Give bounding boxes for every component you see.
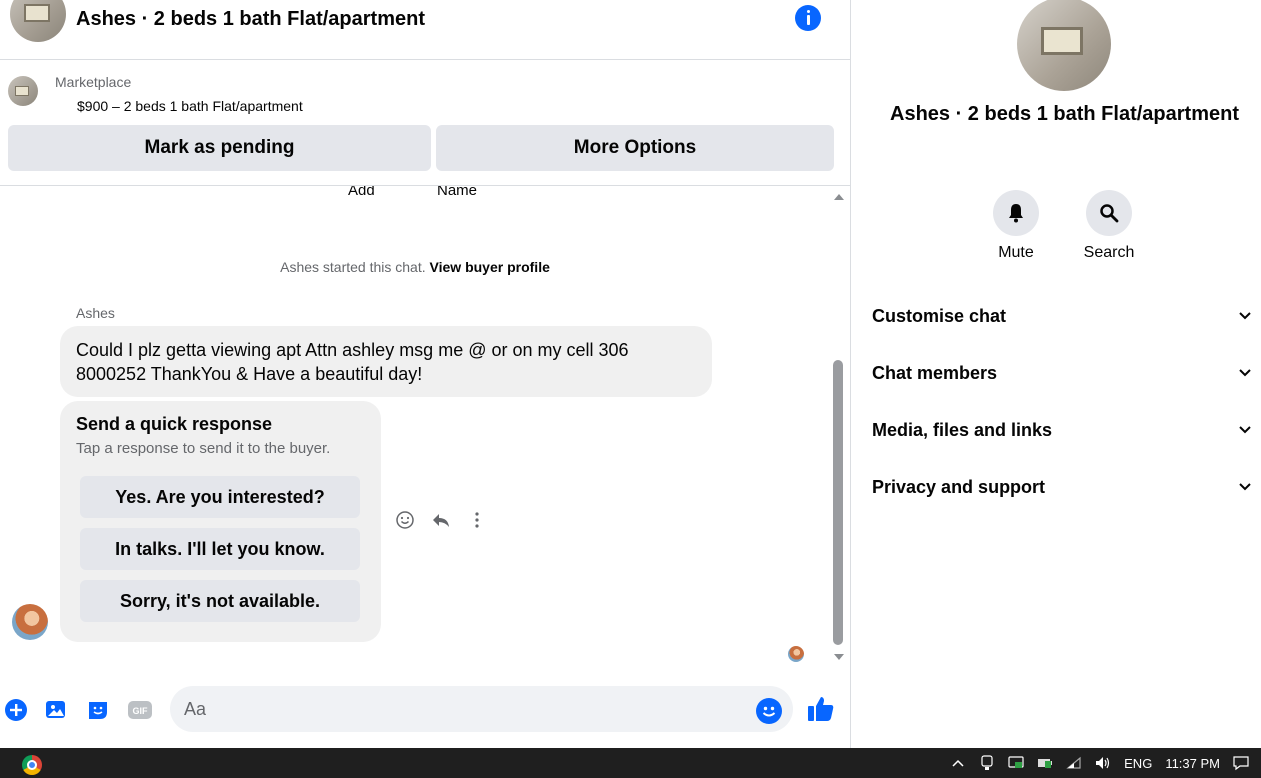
conversation-title[interactable]: Ashes · 2 beds 1 bath Flat/apartment xyxy=(76,8,425,31)
message-composer: GIF xyxy=(0,674,850,748)
mark-as-pending-button[interactable]: Mark as pending xyxy=(8,125,431,171)
mute-label: Mute xyxy=(998,244,1034,261)
chrome-icon[interactable] xyxy=(22,755,42,775)
view-buyer-profile-link[interactable]: View buyer profile xyxy=(430,259,550,275)
details-title: Ashes · 2 beds 1 bath Flat/apartment xyxy=(890,103,1239,125)
sender-name: Ashes xyxy=(76,305,115,321)
info-icon[interactable] xyxy=(795,5,821,31)
chat-header: Ashes · 2 beds 1 bath Flat/apartment xyxy=(0,0,850,60)
quick-response-title: Send a quick response xyxy=(76,414,273,434)
search-icon[interactable] xyxy=(1086,190,1132,236)
quick-response-subtitle: Tap a response to send it to the buyer. xyxy=(76,440,331,457)
meet-now-icon[interactable] xyxy=(979,755,995,771)
scroll-down-arrow-icon[interactable] xyxy=(834,654,844,660)
quick-response-yes-button[interactable]: Yes. Are you interested? xyxy=(80,476,360,518)
bell-icon[interactable] xyxy=(993,190,1039,236)
message-scrollbar[interactable] xyxy=(830,186,850,674)
react-smiley-icon[interactable] xyxy=(393,508,417,532)
windows-taskbar: ENG 11:37 PM xyxy=(0,748,1261,778)
chevron-down-icon xyxy=(1239,369,1251,377)
message-bubble[interactable]: Could I plz getta viewing apt Attn ashle… xyxy=(60,326,712,397)
quick-response-in-talks-button[interactable]: In talks. I'll let you know. xyxy=(80,528,360,570)
quick-response-not-available-button[interactable]: Sorry, it's not available. xyxy=(80,580,360,622)
section-label: Privacy and support xyxy=(872,476,1046,497)
battery-icon[interactable] xyxy=(1037,755,1053,771)
chat-started-notice: Ashes started this chat. View buyer prof… xyxy=(0,259,830,275)
sender-avatar[interactable] xyxy=(12,604,48,640)
section-label: Media, files and links xyxy=(872,419,1053,440)
notifications-icon[interactable] xyxy=(1233,755,1249,771)
chat-started-text: Ashes started this chat. xyxy=(280,259,426,275)
gif-icon[interactable]: GIF xyxy=(127,698,152,722)
thumbs-up-icon[interactable] xyxy=(806,694,836,724)
wifi-icon[interactable] xyxy=(1066,755,1082,771)
chevron-down-icon xyxy=(1239,483,1251,491)
chat-members-section[interactable]: Chat members xyxy=(872,353,1252,393)
sticker-icon[interactable] xyxy=(86,698,110,722)
details-avatar[interactable] xyxy=(1017,0,1111,91)
conversation-details-panel: Ashes · 2 beds 1 bath Flat/apartment Mut… xyxy=(852,0,1261,748)
message-list: Add Name Ashes started this chat. View b… xyxy=(0,186,850,674)
media-files-links-section[interactable]: Media, files and links xyxy=(872,410,1252,450)
plus-icon[interactable] xyxy=(4,698,28,722)
privacy-support-section[interactable]: Privacy and support xyxy=(872,467,1252,507)
search-label: Search xyxy=(1083,244,1135,261)
chevron-down-icon xyxy=(1239,312,1251,320)
more-vertical-icon[interactable] xyxy=(465,508,489,532)
svg-text:GIF: GIF xyxy=(133,706,149,716)
quick-response-card: Send a quick response Tap a response to … xyxy=(60,401,381,642)
seen-by-avatar xyxy=(788,646,804,662)
clipped-label-name: Name xyxy=(437,186,478,199)
listing-price-title[interactable]: $900 – 2 beds 1 bath Flat/apartment xyxy=(77,98,303,114)
reply-icon[interactable] xyxy=(429,508,453,532)
clock[interactable]: 11:37 PM xyxy=(1165,756,1220,771)
listing-thumbnail[interactable] xyxy=(8,76,38,106)
section-label: Chat members xyxy=(872,362,998,383)
chevron-down-icon xyxy=(1239,426,1251,434)
listing-source: Marketplace xyxy=(55,74,132,90)
listing-bar: Marketplace $900 – 2 beds 1 bath Flat/ap… xyxy=(0,61,850,186)
section-label: Customise chat xyxy=(872,305,1007,326)
photo-icon[interactable] xyxy=(44,698,68,722)
mute-button[interactable]: Mute xyxy=(976,190,1056,262)
message-actions xyxy=(393,508,489,532)
volume-icon[interactable] xyxy=(1095,755,1111,771)
language-indicator[interactable]: ENG xyxy=(1124,756,1152,771)
listing-avatar[interactable] xyxy=(10,0,66,42)
monitor-icon[interactable] xyxy=(1008,755,1024,771)
chevron-up-icon[interactable] xyxy=(950,755,966,771)
scrollbar-thumb[interactable] xyxy=(833,360,843,645)
emoji-icon[interactable] xyxy=(756,698,782,724)
chat-pane: Ashes · 2 beds 1 bath Flat/apartment Mar… xyxy=(0,0,851,748)
more-options-button[interactable]: More Options xyxy=(436,125,834,171)
search-button[interactable]: Search xyxy=(1069,190,1149,262)
clipped-label-add: Add xyxy=(348,186,375,199)
message-input[interactable] xyxy=(170,686,793,732)
system-tray: ENG 11:37 PM xyxy=(950,748,1249,778)
customise-chat-section[interactable]: Customise chat xyxy=(872,296,1252,336)
scroll-up-arrow-icon[interactable] xyxy=(834,194,844,200)
